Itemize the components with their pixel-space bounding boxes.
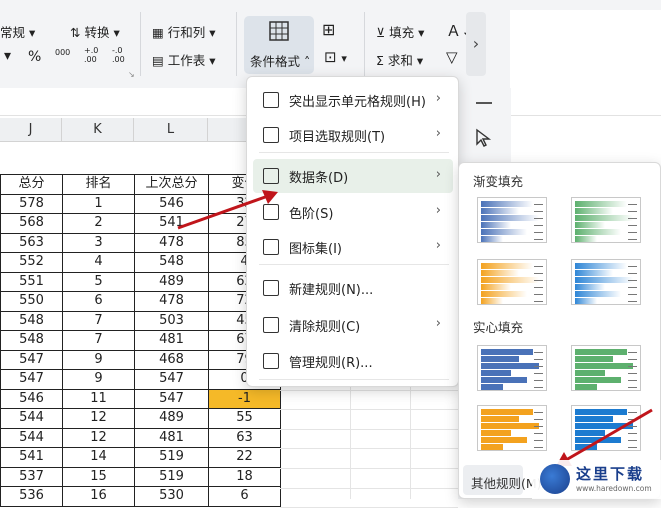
watermark-title: 这里下载 <box>576 465 645 483</box>
arrow-to-databar <box>177 194 269 230</box>
watermark-url: www.haredown.com <box>576 484 652 493</box>
watermark-logo-icon <box>540 464 570 494</box>
arrow-to-more-rules <box>565 408 653 462</box>
annotation-arrows <box>177 190 653 466</box>
watermark: 这里下载 www.haredown.com <box>532 460 661 499</box>
